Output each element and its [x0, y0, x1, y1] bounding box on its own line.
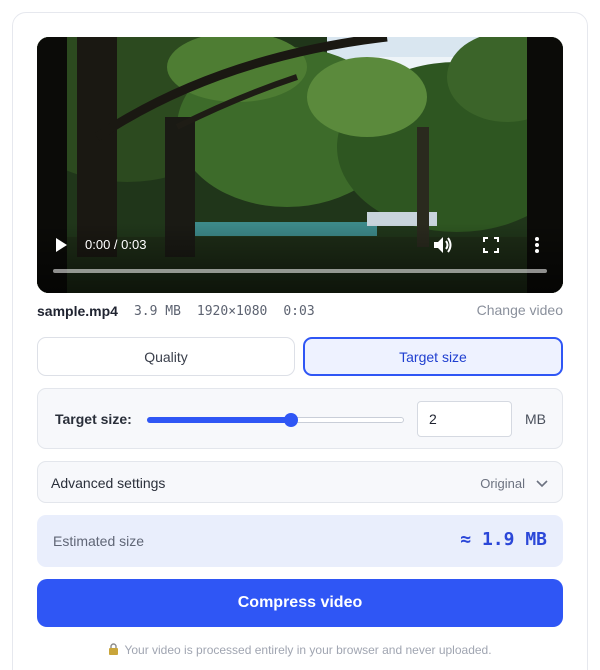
slider-fill: [147, 417, 290, 423]
file-name: sample.mp4: [37, 303, 118, 319]
target-size-slider[interactable]: [147, 413, 404, 427]
more-vertical-icon[interactable]: [534, 236, 540, 254]
volume-icon[interactable]: [433, 236, 453, 254]
chevron-down-icon: [536, 480, 548, 488]
advanced-settings-value: Original: [480, 476, 525, 491]
playback-progress-bar[interactable]: [53, 269, 547, 273]
player-controls-overlay: [37, 223, 563, 293]
estimated-size-label: Estimated size: [53, 533, 145, 549]
play-icon[interactable]: [54, 237, 68, 253]
file-resolution: 1920×1080: [196, 303, 268, 319]
playback-time: 0:00 / 0:03: [85, 237, 147, 252]
tab-quality[interactable]: Quality: [37, 337, 295, 376]
file-meta-row: sample.mp4 3.9 MB 1920×1080 0:03: [37, 302, 331, 320]
target-size-unit: MB: [525, 411, 546, 427]
advanced-settings-label: Advanced settings: [51, 475, 166, 491]
estimated-size-box: Estimated size ≈ 1.9 MB: [37, 515, 563, 567]
change-video-link[interactable]: Change video: [477, 302, 563, 318]
privacy-note: Your video is processed entirely in your…: [0, 643, 600, 657]
target-size-panel: Target size: MB: [37, 388, 563, 449]
target-size-input[interactable]: [417, 401, 512, 437]
slider-thumb[interactable]: [283, 413, 298, 427]
advanced-settings-toggle[interactable]: Advanced settings Original: [37, 461, 563, 503]
fullscreen-icon[interactable]: [483, 237, 499, 253]
compress-video-button[interactable]: Compress video: [37, 579, 563, 627]
target-size-label: Target size:: [55, 411, 132, 427]
tab-target-size[interactable]: Target size: [303, 337, 563, 376]
privacy-note-text: Your video is processed entirely in your…: [124, 643, 492, 657]
file-duration: 0:03: [283, 303, 315, 319]
file-size: 3.9 MB: [133, 303, 181, 319]
estimated-size-value: ≈ 1.9 MB: [460, 529, 547, 550]
video-player[interactable]: 0:00 / 0:03: [37, 37, 563, 293]
lock-icon: [109, 643, 119, 655]
